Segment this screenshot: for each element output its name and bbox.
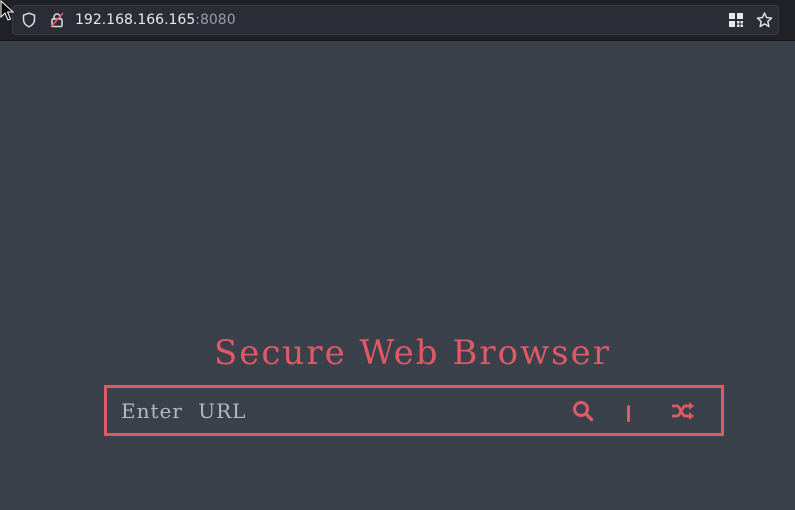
search-form [104, 385, 724, 436]
lock-icon[interactable] [48, 6, 66, 34]
url-text[interactable]: 192.168.166.165:8080 [75, 6, 236, 34]
address-bar[interactable]: 192.168.166.165:8080 [12, 5, 779, 35]
shuffle-icon [672, 401, 694, 420]
url-input[interactable] [121, 396, 551, 426]
shield-icon[interactable] [20, 6, 38, 34]
divider [627, 405, 630, 422]
bookmark-star-icon[interactable] [755, 6, 773, 34]
qr-code-icon[interactable] [727, 6, 745, 34]
mouse-cursor-icon [0, 0, 14, 21]
browser-toolbar: 192.168.166.165:8080 [0, 0, 795, 41]
search-icon [573, 400, 594, 421]
page-title: Secure Web Browser [213, 333, 612, 373]
random-button[interactable] [665, 388, 703, 433]
search-button[interactable] [565, 388, 601, 433]
url-host: 192.168.166.165 [75, 12, 196, 28]
url-port: :8080 [195, 12, 236, 28]
